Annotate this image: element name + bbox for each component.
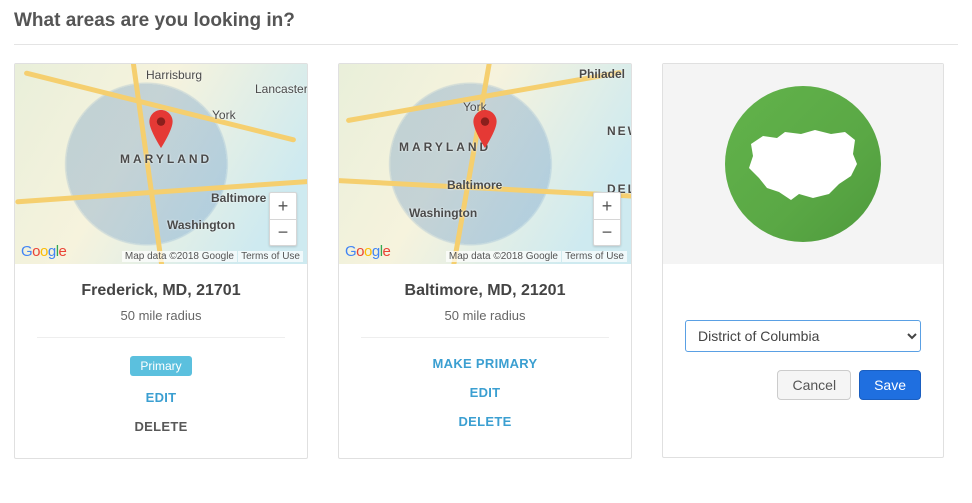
cancel-button[interactable]: Cancel <box>777 370 851 400</box>
map-attribution: Map data ©2018 Google <box>446 251 561 262</box>
map-pin-icon <box>472 110 498 148</box>
page-title: What areas are you looking in? <box>14 10 958 32</box>
zoom-out-button[interactable]: − <box>594 219 620 245</box>
area-card-frederick: MARYLAND Baltimore Washington Harrisburg… <box>14 63 308 459</box>
make-primary-button[interactable]: MAKE PRIMARY <box>433 356 538 371</box>
map-label-philadelphia: Philadel <box>579 67 625 81</box>
area-card-baltimore: MARYLAND Baltimore Washington Philadel Y… <box>338 63 632 459</box>
map-label-york: York <box>212 108 236 122</box>
map-label-washington: Washington <box>167 218 235 232</box>
zoom-out-button[interactable]: − <box>270 219 296 245</box>
google-logo: Google <box>345 243 390 260</box>
zoom-in-button[interactable]: + <box>270 193 296 219</box>
zoom-in-button[interactable]: + <box>594 193 620 219</box>
save-button[interactable]: Save <box>859 370 921 400</box>
usa-map-icon <box>725 86 881 242</box>
header-divider <box>14 44 958 45</box>
zoom-controls: + − <box>269 192 297 246</box>
map-attribution: Map data ©2018 Google <box>122 251 237 262</box>
map-label-baltimore: Baltimore <box>447 178 502 192</box>
delete-button[interactable]: DELETE <box>134 419 187 434</box>
hero-image <box>663 64 943 264</box>
map-view[interactable]: MARYLAND Baltimore Washington Philadel Y… <box>339 64 631 264</box>
primary-badge: Primary <box>130 356 191 376</box>
area-cards-row: MARYLAND Baltimore Washington Harrisburg… <box>14 63 958 459</box>
add-area-card: District of Columbia Cancel Save <box>662 63 944 458</box>
delete-button[interactable]: DELETE <box>458 414 511 429</box>
state-select[interactable]: District of Columbia <box>685 320 921 352</box>
map-terms-link[interactable]: Terms of Use <box>562 251 627 262</box>
map-label-baltimore: Baltimore <box>211 191 266 205</box>
card-divider <box>361 337 609 338</box>
map-label-lancaster: Lancaster <box>255 82 307 96</box>
location-title: Frederick, MD, 21701 <box>15 282 307 300</box>
map-view[interactable]: MARYLAND Baltimore Washington Harrisburg… <box>15 64 307 264</box>
map-label-maryland: MARYLAND <box>120 152 212 166</box>
map-label-new: NEW <box>607 124 631 138</box>
zoom-controls: + − <box>593 192 621 246</box>
google-logo: Google <box>21 243 66 260</box>
location-title: Baltimore, MD, 21201 <box>339 282 631 300</box>
location-radius: 50 mile radius <box>339 308 631 323</box>
edit-button[interactable]: EDIT <box>146 390 177 405</box>
map-pin-icon <box>148 110 174 148</box>
map-terms-link[interactable]: Terms of Use <box>238 251 303 262</box>
map-label-washington: Washington <box>409 206 477 220</box>
map-label-harrisburg: Harrisburg <box>146 68 202 82</box>
location-radius: 50 mile radius <box>15 308 307 323</box>
card-divider <box>37 337 285 338</box>
edit-button[interactable]: EDIT <box>470 385 501 400</box>
